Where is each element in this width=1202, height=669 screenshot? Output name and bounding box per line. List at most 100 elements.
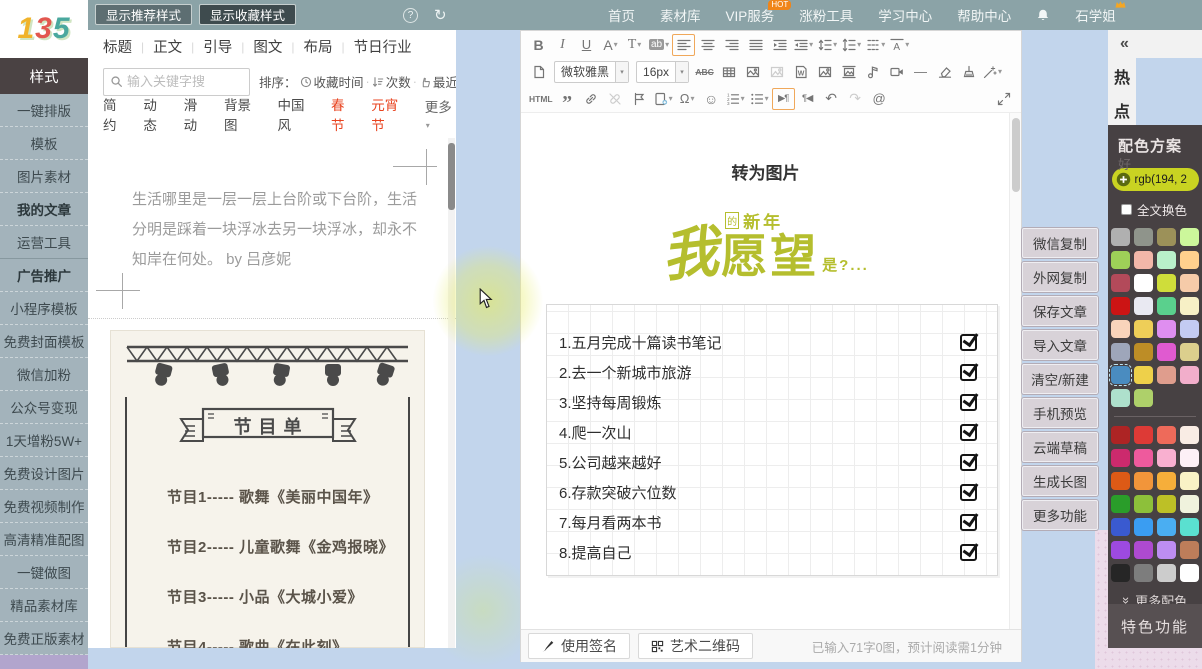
find-replace-button[interactable]: @: [868, 88, 891, 110]
color-swatch[interactable]: [1180, 426, 1199, 444]
style-tab[interactable]: 正文: [153, 36, 182, 57]
art-qrcode-button[interactable]: 艺术二维码: [638, 633, 753, 659]
checked-checkbox-icon[interactable]: [960, 394, 977, 411]
filter-tag[interactable]: 动态: [143, 94, 169, 134]
color-swatch[interactable]: [1180, 541, 1199, 559]
nav-item[interactable]: 首页: [608, 5, 635, 25]
color-swatch[interactable]: [1180, 518, 1199, 536]
special-char-button[interactable]: Ω▾: [676, 88, 699, 110]
collapse-panel-button[interactable]: «: [1108, 35, 1129, 53]
checked-checkbox-icon[interactable]: [960, 544, 977, 561]
color-swatch[interactable]: [1157, 274, 1176, 292]
style-tab[interactable]: 标题: [103, 36, 132, 57]
italic-button[interactable]: I: [551, 34, 574, 56]
sort-option[interactable]: 最近: [419, 72, 456, 91]
indent-increase-button[interactable]: [768, 34, 791, 56]
color-swatch[interactable]: [1134, 366, 1153, 384]
search-box[interactable]: [103, 68, 250, 96]
style-tab[interactable]: 引导: [203, 36, 232, 57]
ordered-list-button[interactable]: 123▾: [724, 88, 747, 110]
nav-item[interactable]: 学习中心: [878, 5, 932, 25]
color-swatch[interactable]: [1111, 495, 1130, 513]
text-style-button[interactable]: T▾: [623, 34, 646, 56]
action-button[interactable]: 微信复制: [1022, 228, 1098, 258]
sidebar-item[interactable]: 公众号变现: [0, 391, 88, 424]
insert-music-button[interactable]: [861, 61, 884, 83]
help-icon[interactable]: ?: [403, 8, 418, 23]
username[interactable]: 石学姐: [1075, 5, 1116, 25]
font-size-select[interactable]: 16px▾: [636, 61, 689, 83]
checked-checkbox-icon[interactable]: [960, 484, 977, 501]
color-swatch[interactable]: [1180, 472, 1199, 490]
color-swatch[interactable]: [1134, 472, 1153, 490]
color-swatch[interactable]: [1111, 449, 1130, 467]
sidebar-item[interactable]: 运营工具: [0, 226, 88, 259]
color-swatch[interactable]: [1134, 320, 1153, 338]
color-swatch[interactable]: [1157, 228, 1176, 246]
checked-checkbox-icon[interactable]: [960, 334, 977, 351]
color-swatch[interactable]: [1157, 251, 1176, 269]
style-preview-quote[interactable]: 生活哪里是一层一层上台阶或下台阶，生活分明是踩着一块浮冰去另一块浮冰，却永不知岸…: [132, 185, 424, 275]
screenshot-button[interactable]: [837, 61, 860, 83]
style-tab[interactable]: 布局: [304, 36, 333, 57]
color-swatch[interactable]: [1134, 495, 1153, 513]
color-swatch[interactable]: [1180, 228, 1199, 246]
sidebar-item[interactable]: 免费设计图片: [0, 457, 88, 490]
sidebar-item[interactable]: 免费正版素材: [0, 622, 88, 655]
one-key-format-button[interactable]: ▾: [981, 61, 1004, 83]
insert-table-button[interactable]: [717, 61, 740, 83]
color-swatch[interactable]: [1111, 228, 1130, 246]
chevron-down-icon[interactable]: ▾: [675, 62, 688, 82]
color-swatch[interactable]: [1180, 343, 1199, 361]
color-swatch[interactable]: [1157, 564, 1176, 582]
color-swatch[interactable]: [1134, 297, 1153, 315]
color-swatch[interactable]: [1134, 274, 1153, 292]
sidebar-item[interactable]: 精品素材库: [0, 589, 88, 622]
color-swatch[interactable]: [1157, 495, 1176, 513]
sidebar-item[interactable]: 样式: [0, 58, 88, 94]
sidebar-item[interactable]: 模板: [0, 127, 88, 160]
nav-item[interactable]: 涨粉工具: [799, 5, 853, 25]
checked-checkbox-icon[interactable]: [960, 454, 977, 471]
ltr-paragraph-button[interactable]: ▶¶: [772, 88, 795, 110]
color-swatch[interactable]: [1134, 564, 1153, 582]
sidebar-item[interactable]: 图片素材: [0, 160, 88, 193]
color-swatch[interactable]: [1111, 251, 1130, 269]
color-swatch[interactable]: [1134, 389, 1153, 407]
checked-checkbox-icon[interactable]: [960, 514, 977, 531]
filter-tag[interactable]: 元宵节: [371, 94, 410, 134]
word-spacing-button[interactable]: ▾: [864, 34, 887, 56]
color-swatch[interactable]: [1111, 518, 1130, 536]
align-left-button[interactable]: [672, 34, 695, 56]
sidebar-item[interactable]: 1天增粉5W+: [0, 424, 88, 457]
sidebar-item[interactable]: 免费封面模板: [0, 325, 88, 358]
align-justify-button[interactable]: [744, 34, 767, 56]
action-button[interactable]: 云端草稿: [1022, 432, 1098, 462]
sort-option[interactable]: 收藏时间: [300, 72, 364, 91]
font-family-select[interactable]: 微软雅黑▾: [554, 61, 629, 83]
action-button[interactable]: 外网复制: [1022, 262, 1098, 292]
color-swatch[interactable]: [1134, 228, 1153, 246]
nav-item[interactable]: VIP服务HOT: [726, 5, 775, 25]
color-swatch[interactable]: [1157, 343, 1176, 361]
sidebar-item[interactable]: 微信加粉: [0, 358, 88, 391]
refresh-icon[interactable]: ↻: [434, 8, 447, 23]
filter-tag[interactable]: 中国风: [277, 94, 316, 134]
color-swatch[interactable]: [1111, 320, 1130, 338]
sidebar-item[interactable]: 高清精准配图: [0, 523, 88, 556]
use-signature-button[interactable]: 使用签名: [528, 633, 630, 659]
color-swatch[interactable]: [1157, 366, 1176, 384]
style-panel-scrollbar[interactable]: [448, 138, 455, 648]
bell-icon[interactable]: [1036, 8, 1050, 22]
sidebar-item[interactable]: 一键排版: [0, 94, 88, 127]
align-right-button[interactable]: [720, 34, 743, 56]
color-swatch[interactable]: [1111, 297, 1130, 315]
color-swatch[interactable]: [1180, 366, 1199, 384]
action-button[interactable]: 更多功能: [1022, 500, 1098, 530]
color-swatch[interactable]: [1180, 297, 1199, 315]
sidebar-item[interactable]: 一键做图: [0, 556, 88, 589]
color-swatch[interactable]: [1134, 426, 1153, 444]
background-color-button[interactable]: ab▾: [647, 34, 671, 56]
text-case-button[interactable]: A▾: [888, 34, 911, 56]
style-tab[interactable]: 节日行业: [354, 36, 412, 57]
